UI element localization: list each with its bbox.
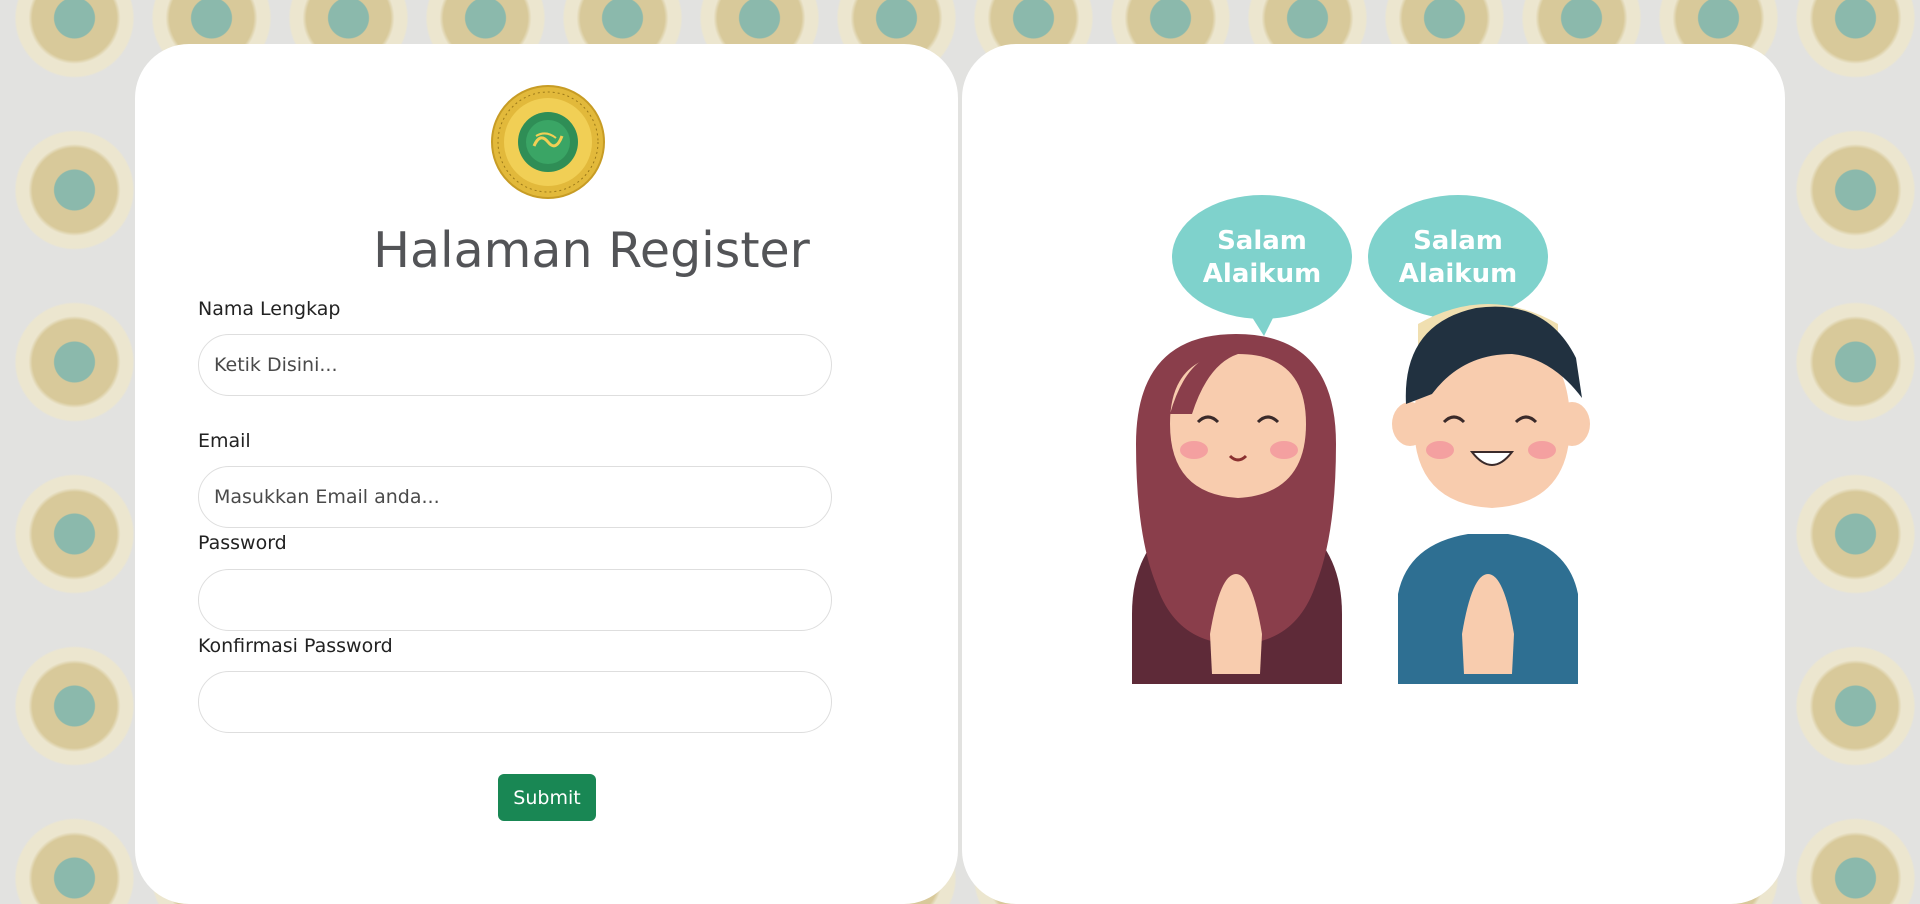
password-input[interactable] <box>198 569 832 631</box>
bubble-right-line1: Salam <box>1413 226 1503 256</box>
boy-character <box>1392 304 1590 684</box>
page-title: Halaman Register <box>373 222 810 279</box>
full-name-input[interactable] <box>198 334 832 396</box>
girl-character <box>1132 334 1342 684</box>
full-name-label: Nama Lengkap <box>198 298 341 320</box>
bubble-right-line2: Alaikum <box>1399 259 1517 289</box>
confirm-password-label: Konfirmasi Password <box>198 635 393 657</box>
password-label: Password <box>198 532 287 554</box>
register-card: Halaman Register Nama Lengkap Email Pass… <box>135 44 958 904</box>
speech-bubble-left: Salam Alaikum <box>1172 195 1352 336</box>
email-input[interactable] <box>198 466 832 528</box>
bubble-left-line1: Salam <box>1217 226 1307 256</box>
greeting-kids-illustration: Salam Alaikum Salam Alaikum <box>1132 195 1590 684</box>
illustration-card: Salam Alaikum Salam Alaikum <box>962 44 1785 904</box>
school-seal-logo <box>491 85 605 199</box>
confirm-password-input[interactable] <box>198 671 832 733</box>
email-label: Email <box>198 430 251 452</box>
bubble-left-line2: Alaikum <box>1203 259 1321 289</box>
submit-button[interactable]: Submit <box>498 774 596 821</box>
